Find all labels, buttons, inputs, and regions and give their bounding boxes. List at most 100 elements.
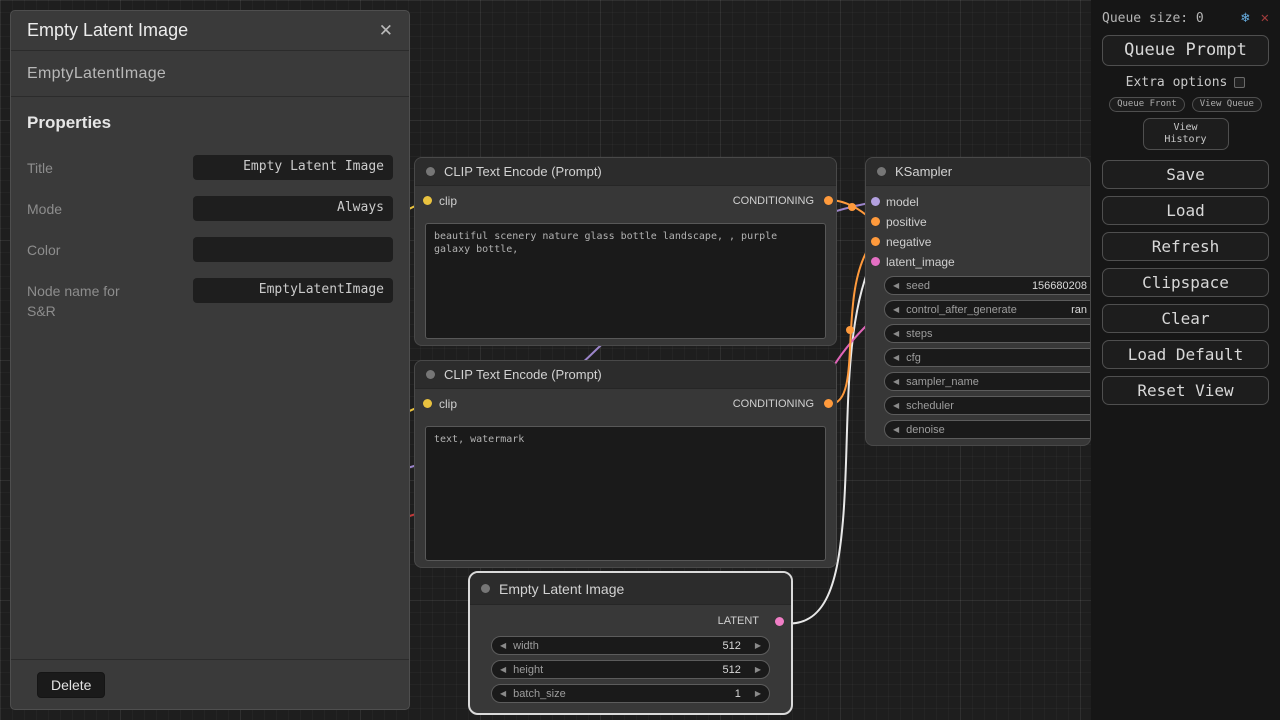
widget-value: 512 bbox=[722, 640, 740, 652]
snowflake-icon[interactable]: ❄ bbox=[1241, 10, 1249, 26]
close-icon[interactable]: ✕ bbox=[379, 21, 393, 41]
extra-options-checkbox[interactable] bbox=[1234, 77, 1245, 88]
scheduler-widget[interactable]: ◀ scheduler bbox=[884, 396, 1091, 415]
conditioning-output-slot[interactable] bbox=[824, 196, 833, 205]
increment-icon[interactable]: ▶ bbox=[755, 642, 761, 650]
property-row-node-name: Node name for S&R EmptyLatentImage bbox=[27, 278, 393, 321]
empty-latent-image-node[interactable]: Empty Latent Image LATENT ◀ width 512 ▶ … bbox=[468, 571, 793, 715]
steps-widget[interactable]: ◀ steps bbox=[884, 324, 1091, 343]
properties-heading: Properties bbox=[27, 113, 393, 133]
queue-front-button[interactable]: Queue Front bbox=[1109, 97, 1185, 112]
widget-value: 156680208 bbox=[1032, 280, 1087, 292]
node-title: CLIP Text Encode (Prompt) bbox=[444, 367, 602, 382]
widget-value: 512 bbox=[722, 664, 740, 676]
latent-output-label: LATENT bbox=[718, 615, 759, 627]
prompt-textarea[interactable]: text, watermark bbox=[425, 426, 826, 561]
decrement-icon[interactable]: ◀ bbox=[893, 426, 899, 434]
model-input-slot[interactable] bbox=[871, 197, 880, 206]
increment-icon[interactable]: ▶ bbox=[755, 666, 761, 674]
clip-input-label: clip bbox=[439, 397, 457, 411]
node-title-bar[interactable]: CLIP Text Encode (Prompt) bbox=[415, 361, 836, 389]
height-widget[interactable]: ◀ height 512 ▶ bbox=[491, 660, 770, 679]
latent-output-slot[interactable] bbox=[775, 617, 784, 626]
denoise-widget[interactable]: ◀ denoise bbox=[884, 420, 1091, 439]
width-widget[interactable]: ◀ width 512 ▶ bbox=[491, 636, 770, 655]
view-history-button[interactable]: View History bbox=[1143, 118, 1229, 150]
clip-text-encode-node-negative[interactable]: CLIP Text Encode (Prompt) clip CONDITION… bbox=[414, 360, 837, 568]
color-field[interactable] bbox=[193, 237, 393, 262]
property-row-title: Title Empty Latent Image bbox=[27, 155, 393, 180]
control-after-generate-widget[interactable]: ◀ control_after_generate ran bbox=[884, 300, 1091, 319]
conditioning-output-label: CONDITIONING bbox=[733, 195, 814, 207]
cfg-widget[interactable]: ◀ cfg bbox=[884, 348, 1091, 367]
decrement-icon[interactable]: ◀ bbox=[893, 402, 899, 410]
increment-icon[interactable]: ▶ bbox=[755, 690, 761, 698]
panel-title: Empty Latent Image bbox=[27, 20, 188, 41]
property-row-color: Color bbox=[27, 237, 393, 262]
positive-input-slot[interactable] bbox=[871, 217, 880, 226]
collapse-dot-icon[interactable] bbox=[877, 167, 886, 176]
decrement-icon[interactable]: ◀ bbox=[500, 642, 506, 650]
decrement-icon[interactable]: ◀ bbox=[893, 306, 899, 314]
widget-label: sampler_name bbox=[906, 376, 979, 388]
decrement-icon[interactable]: ◀ bbox=[500, 690, 506, 698]
widget-label: height bbox=[513, 664, 543, 676]
collapse-dot-icon[interactable] bbox=[481, 584, 490, 593]
decrement-icon[interactable]: ◀ bbox=[893, 354, 899, 362]
clip-text-encode-node-positive[interactable]: CLIP Text Encode (Prompt) clip CONDITION… bbox=[414, 157, 837, 346]
batch-size-widget[interactable]: ◀ batch_size 1 ▶ bbox=[491, 684, 770, 703]
property-label: Title bbox=[27, 155, 137, 180]
ksampler-node[interactable]: KSampler model positive negative latent_… bbox=[865, 157, 1091, 446]
widget-value: 1 bbox=[735, 688, 741, 700]
decrement-icon[interactable]: ◀ bbox=[893, 330, 899, 338]
queue-size-label: Queue size: 0 bbox=[1102, 11, 1204, 26]
property-label: Color bbox=[27, 237, 137, 262]
collapse-dot-icon[interactable] bbox=[426, 370, 435, 379]
widget-label: batch_size bbox=[513, 688, 566, 700]
clip-input-slot[interactable] bbox=[423, 196, 432, 205]
comfyui-menu: Queue size: 0 ❄ ✕ Queue Prompt Extra opt… bbox=[1091, 0, 1280, 720]
latent-image-input-label: latent_image bbox=[886, 255, 955, 269]
node-name-field[interactable]: EmptyLatentImage bbox=[193, 278, 393, 303]
delete-button[interactable]: Delete bbox=[37, 672, 105, 698]
node-type-label: EmptyLatentImage bbox=[11, 51, 409, 97]
decrement-icon[interactable]: ◀ bbox=[893, 378, 899, 386]
node-title-bar[interactable]: Empty Latent Image bbox=[470, 573, 791, 605]
refresh-button[interactable]: Refresh bbox=[1102, 232, 1269, 261]
latent-image-input-slot[interactable] bbox=[871, 257, 880, 266]
property-label: Node name for S&R bbox=[27, 278, 137, 321]
clipspace-button[interactable]: Clipspace bbox=[1102, 268, 1269, 297]
node-title-bar[interactable]: KSampler bbox=[866, 158, 1090, 186]
load-default-button[interactable]: Load Default bbox=[1102, 340, 1269, 369]
clip-input-slot[interactable] bbox=[423, 399, 432, 408]
title-field[interactable]: Empty Latent Image bbox=[193, 155, 393, 180]
widget-label: scheduler bbox=[906, 400, 954, 412]
collapse-dot-icon[interactable] bbox=[426, 167, 435, 176]
sampler-name-widget[interactable]: ◀ sampler_name bbox=[884, 372, 1091, 391]
view-queue-button[interactable]: View Queue bbox=[1192, 97, 1262, 112]
decrement-icon[interactable]: ◀ bbox=[500, 666, 506, 674]
extra-options-label: Extra options bbox=[1126, 75, 1228, 90]
close-icon[interactable]: ✕ bbox=[1261, 10, 1269, 26]
property-label: Mode bbox=[27, 196, 137, 221]
node-title-bar[interactable]: CLIP Text Encode (Prompt) bbox=[415, 158, 836, 186]
widget-value: ran bbox=[1071, 304, 1087, 316]
mode-field[interactable]: Always bbox=[193, 196, 393, 221]
node-properties-panel: Empty Latent Image ✕ EmptyLatentImage Pr… bbox=[10, 10, 410, 710]
clip-input-label: clip bbox=[439, 194, 457, 208]
link-midpoint-dot bbox=[846, 326, 854, 334]
queue-prompt-button[interactable]: Queue Prompt bbox=[1102, 35, 1269, 66]
widget-label: denoise bbox=[906, 424, 945, 436]
node-title: Empty Latent Image bbox=[499, 581, 624, 597]
property-row-mode: Mode Always bbox=[27, 196, 393, 221]
clear-button[interactable]: Clear bbox=[1102, 304, 1269, 333]
prompt-textarea[interactable]: beautiful scenery nature glass bottle la… bbox=[425, 223, 826, 339]
save-button[interactable]: Save bbox=[1102, 160, 1269, 189]
load-button[interactable]: Load bbox=[1102, 196, 1269, 225]
negative-input-label: negative bbox=[886, 235, 931, 249]
decrement-icon[interactable]: ◀ bbox=[893, 282, 899, 290]
reset-view-button[interactable]: Reset View bbox=[1102, 376, 1269, 405]
conditioning-output-slot[interactable] bbox=[824, 399, 833, 408]
seed-widget[interactable]: ◀ seed 156680208 bbox=[884, 276, 1091, 295]
negative-input-slot[interactable] bbox=[871, 237, 880, 246]
